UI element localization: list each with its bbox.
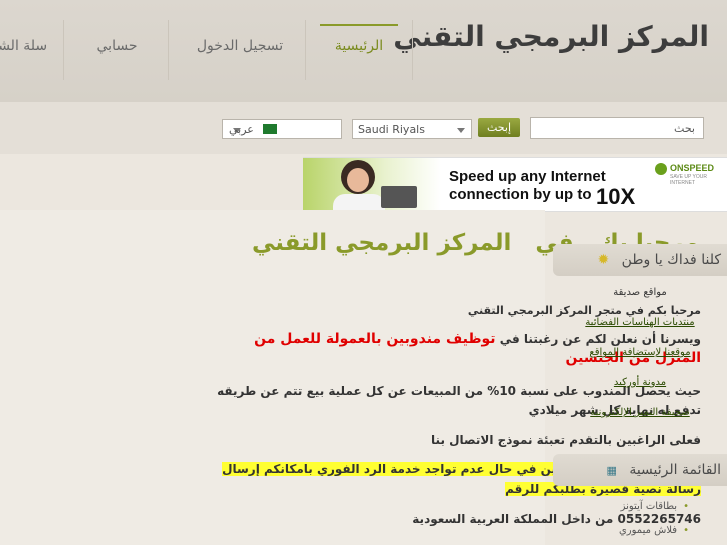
welcome-part-3: المركز البرمجي التقني: [252, 230, 512, 256]
person-face: [347, 168, 369, 192]
bullet-icon: •: [683, 501, 689, 512]
sidebar-menu-item[interactable]: • بطاقات آيتونز: [621, 501, 689, 512]
search-button[interactable]: إبحث: [478, 118, 520, 137]
sidebar-link-satellite-forum[interactable]: منتديات الهناسات الفضائية: [553, 317, 727, 328]
site-logo[interactable]: المركز البرمجي التقني: [393, 20, 709, 53]
currency-value: Saudi Riyals: [358, 123, 425, 136]
sidebar-menu-item-label: فلاش ميموري: [618, 525, 678, 536]
language-select[interactable]: عربي: [222, 119, 342, 139]
sidebar-box-menu-title: القائمة الرئيسية ▦: [553, 454, 727, 486]
laptop-icon: [381, 186, 417, 208]
saudi-flag-icon: [263, 124, 277, 134]
nav-divider: [63, 20, 64, 80]
advert-banner[interactable]: Speed up any Internet connection by up t…: [303, 157, 727, 212]
nav-cart[interactable]: سلة الشراء: [0, 26, 52, 74]
bullet-icon: •: [683, 525, 689, 536]
advert-line-1: Speed up any Internet: [449, 168, 606, 185]
recruitment-highlight: توظيف مندوبين بالعمولة للعمل من: [254, 331, 496, 347]
sitemap-icon: ▦: [606, 464, 617, 477]
search-input[interactable]: بحث: [530, 117, 704, 139]
sidebar-link-orchid-blog[interactable]: مدونة أوركيد: [553, 377, 727, 388]
nav-divider: [168, 20, 169, 80]
sidebar-menu-item[interactable]: • فلاش ميموري: [619, 525, 689, 536]
sidebar-link-newspaper[interactable]: صحيفة التميز الإلكترونية: [553, 407, 727, 418]
language-value: عربي: [229, 123, 254, 136]
sidebar-box-friends-title: كلنا فداك يا وطن ✹: [553, 244, 727, 276]
advert-brand-tagline: SAVE UP YOUR INTERNET: [670, 174, 707, 186]
onspeed-logo-icon: [655, 163, 667, 175]
advert-highlight: 10X: [596, 184, 636, 209]
sidebar: كلنا فداك يا وطن ✹ مواقع صديقة منتديات ا…: [553, 240, 727, 545]
nav-login[interactable]: تسجيل الدخول: [185, 26, 295, 74]
sun-icon: ✹: [597, 252, 610, 268]
nav-home[interactable]: الرئيسية: [320, 24, 398, 74]
search-placeholder: بحث: [674, 122, 695, 135]
sidebar-friends-subtitle: مواقع صديقة: [613, 287, 667, 298]
nav-divider: [305, 20, 306, 80]
nav-account[interactable]: حسابي: [82, 26, 152, 74]
sidebar-box-friends-label: كلنا فداك يا وطن: [621, 252, 721, 268]
chevron-down-icon: [457, 128, 465, 133]
advert-brand: ONSPEED: [670, 163, 715, 173]
site-header: المركز البرمجي التقني الرئيسية تسجيل الد…: [0, 0, 727, 103]
sidebar-menu-item-label: بطاقات آيتونز: [620, 501, 678, 512]
advert-line-2: connection by up to: [449, 186, 592, 203]
main-content: [0, 210, 545, 545]
nav-divider: [412, 20, 413, 80]
sidebar-box-menu-label: القائمة الرئيسية: [629, 462, 721, 478]
currency-select[interactable]: Saudi Riyals: [352, 119, 472, 139]
sidebar-link-hosting[interactable]: موقعنا لإستضافة المواقع: [553, 347, 727, 358]
